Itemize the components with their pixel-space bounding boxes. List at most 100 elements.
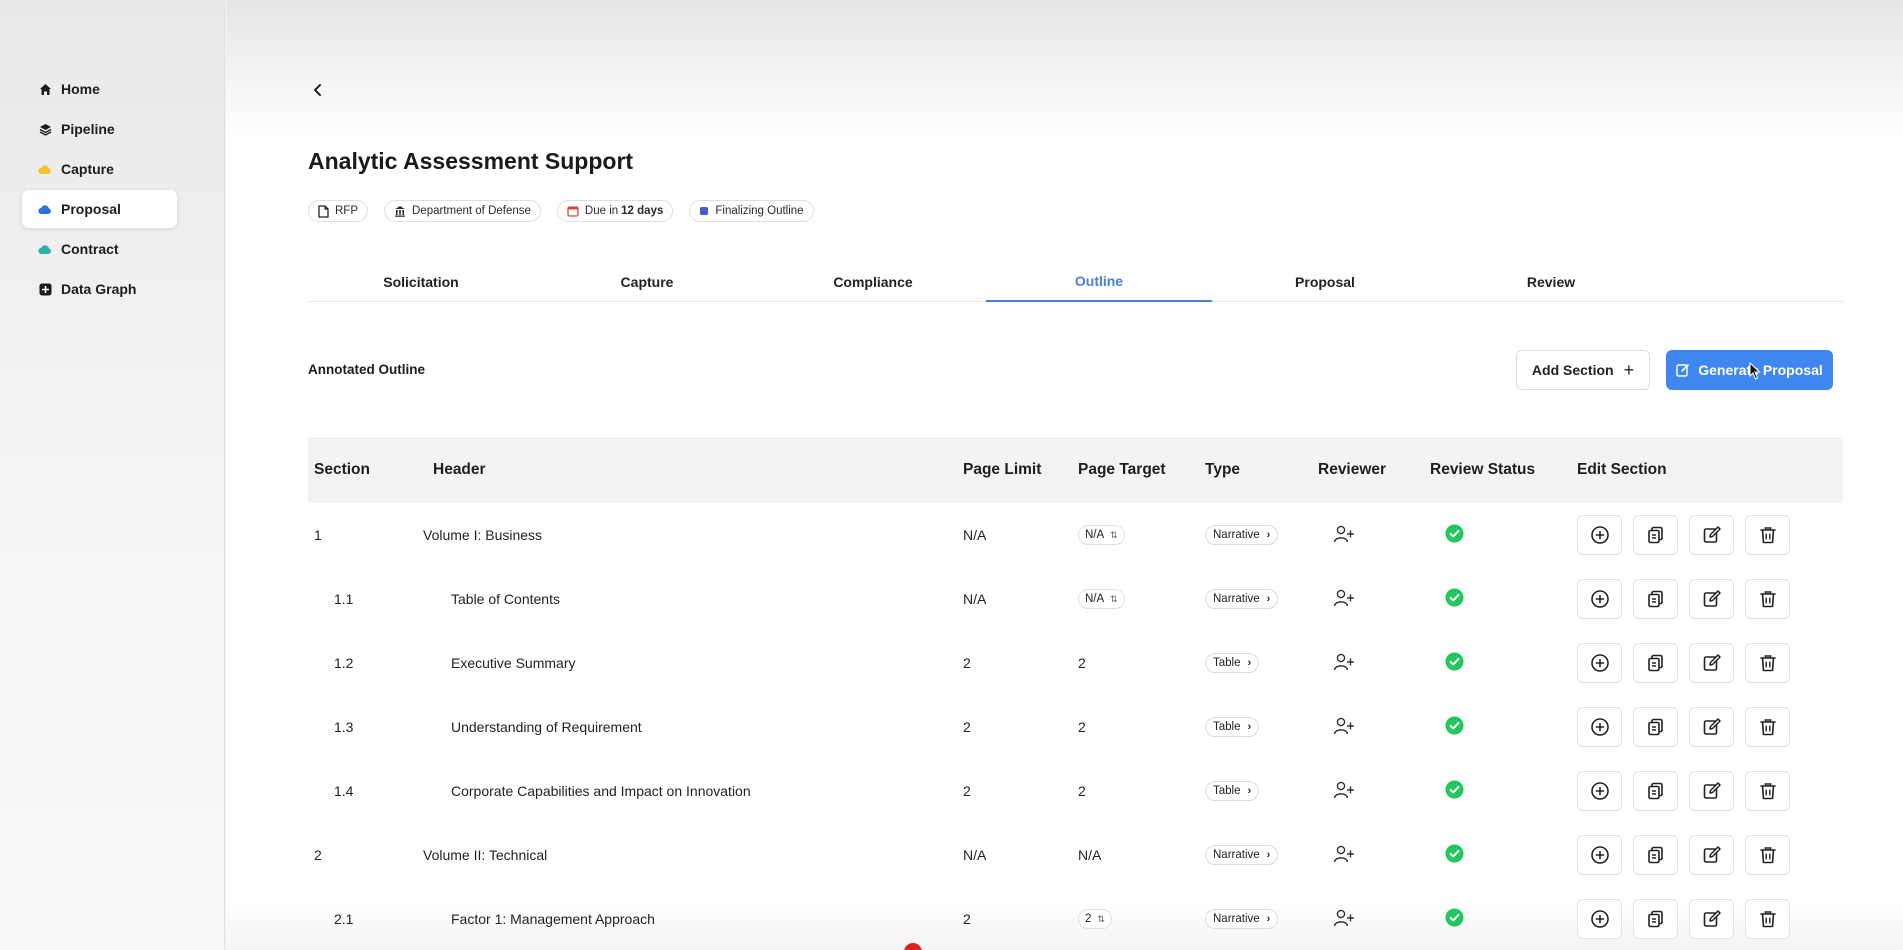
add-subsection-button[interactable] (1577, 771, 1622, 811)
column-header-reviewer: Reviewer (1318, 461, 1387, 478)
duplicate-section-button[interactable] (1633, 515, 1678, 555)
tab-proposal[interactable]: Proposal (1212, 262, 1438, 302)
edit-icon (1702, 525, 1722, 545)
back-chevron-icon[interactable] (308, 80, 328, 100)
edit-icon (1702, 845, 1722, 865)
type-badge[interactable]: Narrative › (1205, 589, 1279, 609)
duplicate-section-button[interactable] (1633, 707, 1678, 747)
add-section-button[interactable]: Add Section + (1516, 350, 1650, 390)
layers-icon (38, 122, 52, 136)
type-cell: Narrative › (1205, 589, 1318, 609)
type-label: Table (1213, 657, 1241, 669)
page-target-cell: 2 (1078, 719, 1205, 735)
page-title: Analytic Assessment Support (308, 148, 634, 174)
building-icon (394, 205, 406, 217)
add-subsection-button[interactable] (1577, 579, 1622, 619)
page-target-cell: N/A ⇅ (1078, 589, 1205, 609)
delete-section-button[interactable] (1745, 579, 1790, 619)
page-target-value: 2 (1085, 913, 1092, 925)
type-badge[interactable]: Table › (1205, 781, 1260, 801)
duplicate-section-button[interactable] (1633, 771, 1678, 811)
tab-capture[interactable]: Capture (534, 262, 760, 302)
up-down-chevron-icon: ⇅ (1097, 913, 1105, 924)
add-circle-icon (1590, 589, 1610, 609)
type-label: Narrative (1213, 529, 1260, 541)
add-reviewer-icon[interactable] (1333, 524, 1355, 544)
delete-section-button[interactable] (1745, 643, 1790, 683)
due-prefix: Due in (584, 205, 619, 217)
section-header: Factor 1: Management Approach (451, 911, 655, 927)
tab-review[interactable]: Review (1438, 262, 1664, 302)
edit-section-button[interactable] (1689, 771, 1734, 811)
trash-icon (1758, 845, 1778, 865)
reviewer-cell (1318, 588, 1430, 611)
chevron-right-icon: › (1266, 913, 1271, 925)
type-label: Table (1213, 721, 1241, 733)
reviewer-cell (1318, 780, 1430, 803)
duplicate-section-button[interactable] (1633, 579, 1678, 619)
sidebar-item-proposal[interactable]: Proposal (22, 190, 177, 228)
review-status-cell (1430, 716, 1577, 738)
add-circle-icon (1590, 781, 1610, 801)
add-reviewer-icon[interactable] (1333, 780, 1355, 800)
add-reviewer-icon[interactable] (1333, 588, 1355, 608)
delete-section-button[interactable] (1745, 771, 1790, 811)
duplicate-section-button[interactable] (1633, 643, 1678, 683)
up-down-chevron-icon: ⇅ (1110, 529, 1118, 540)
cloud-icon (38, 242, 52, 256)
sidebar-item-data-graph[interactable]: Data Graph (22, 270, 177, 308)
type-badge[interactable]: Narrative › (1205, 525, 1279, 545)
edit-section-button[interactable] (1689, 643, 1734, 683)
type-cell: Narrative › (1205, 845, 1318, 865)
add-reviewer-icon[interactable] (1333, 716, 1355, 736)
sidebar-item-capture[interactable]: Capture (22, 150, 177, 188)
type-badge[interactable]: Table › (1205, 717, 1260, 737)
chevron-right-icon: › (1247, 657, 1252, 669)
type-badge[interactable]: Narrative › (1205, 909, 1279, 929)
add-subsection-button[interactable] (1577, 899, 1622, 939)
add-reviewer-icon[interactable] (1333, 908, 1355, 928)
section-number: 1.4 (334, 783, 354, 799)
add-reviewer-icon[interactable] (1333, 652, 1355, 672)
add-reviewer-icon[interactable] (1333, 844, 1355, 864)
check-circle-icon (1445, 844, 1464, 863)
plus-icon: + (1623, 359, 1635, 380)
duplicate-section-button[interactable] (1633, 899, 1678, 939)
column-header-page-limit: Page Limit (963, 461, 1042, 478)
sidebar-item-contract[interactable]: Contract (22, 230, 177, 268)
type-label: Narrative (1213, 849, 1260, 861)
type-cell: Narrative › (1205, 909, 1318, 929)
tab-compliance[interactable]: Compliance (760, 262, 986, 302)
page-limit: 2 (963, 783, 971, 799)
delete-section-button[interactable] (1745, 835, 1790, 875)
section-number: 1.1 (334, 591, 354, 607)
add-subsection-button[interactable] (1577, 707, 1622, 747)
table-header: Section Header Page Limit Page Target Type Re… (308, 437, 1843, 503)
add-subsection-button[interactable] (1577, 643, 1622, 683)
delete-section-button[interactable] (1745, 899, 1790, 939)
table-row: 2 Volume II: Technical N/A N/A Narrative › (308, 823, 1843, 887)
add-subsection-button[interactable] (1577, 515, 1622, 555)
page-target-stepper[interactable]: N/A ⇅ (1078, 525, 1125, 545)
edit-section-button[interactable] (1689, 899, 1734, 939)
sidebar-item-home[interactable]: Home (22, 70, 177, 108)
type-label: Narrative (1213, 593, 1260, 605)
page-target-stepper[interactable]: N/A ⇅ (1078, 589, 1125, 609)
tab-outline[interactable]: Outline (986, 262, 1212, 302)
tab-solicitation[interactable]: Solicitation (308, 262, 534, 302)
duplicate-section-button[interactable] (1633, 835, 1678, 875)
edit-section-button[interactable] (1689, 515, 1734, 555)
edit-section-button[interactable] (1689, 707, 1734, 747)
delete-section-button[interactable] (1745, 515, 1790, 555)
delete-section-button[interactable] (1745, 707, 1790, 747)
add-subsection-button[interactable] (1577, 835, 1622, 875)
trash-icon (1758, 717, 1778, 737)
type-badge[interactable]: Table › (1205, 653, 1260, 673)
edit-section-button[interactable] (1689, 835, 1734, 875)
edit-section-button[interactable] (1689, 579, 1734, 619)
sidebar-item-pipeline[interactable]: Pipeline (22, 110, 177, 148)
section-number: 2 (314, 847, 322, 863)
type-badge[interactable]: Narrative › (1205, 845, 1279, 865)
add-circle-icon (1590, 845, 1610, 865)
page-target-stepper[interactable]: 2 ⇅ (1078, 909, 1112, 929)
